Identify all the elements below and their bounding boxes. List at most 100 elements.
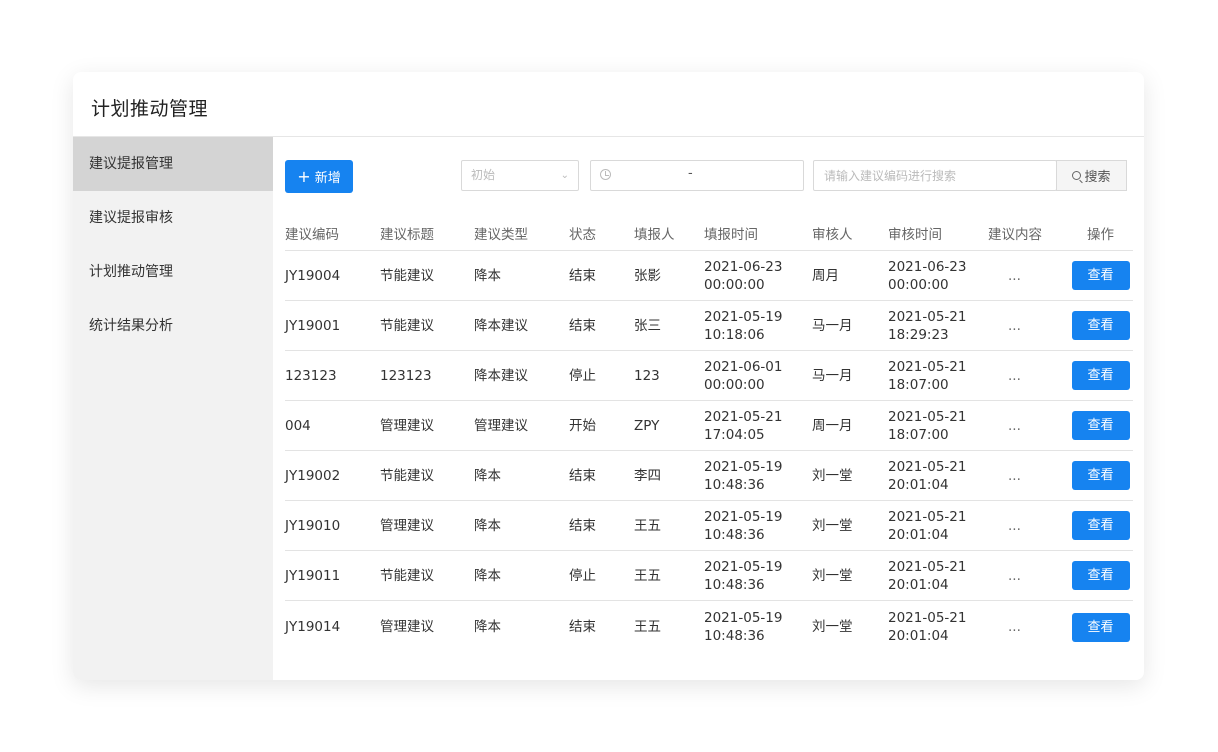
cell-reviewer: 周月 [812, 250, 888, 301]
cell-reporter: 王五 [634, 619, 661, 635]
sidebar-item-suggestion-submit[interactable]: 建议提报管理 [73, 137, 273, 191]
cell-review-time: 2021-06-23 00:00:00 [888, 250, 988, 301]
add-button-label: 新增 [314, 171, 341, 186]
cell-code: JY19002 [285, 450, 380, 501]
report-date: 2021-05-19 [704, 458, 783, 475]
cell-content: ... [988, 500, 1068, 551]
cell-code: JY19014 [285, 619, 341, 635]
cell-action: 查看 [1068, 300, 1133, 351]
cell-status: 结束 [569, 250, 634, 301]
review-date: 2021-05-21 [888, 458, 967, 475]
cell-status: 停止 [569, 350, 634, 401]
plus-icon: + [297, 166, 311, 186]
report-time: 10:48:36 [704, 628, 765, 644]
cell-type: 管理建议 [474, 400, 569, 451]
cell-type: 降本 [474, 250, 569, 301]
main-card: 计划推动管理 建议提报管理 建议提报审核 计划推动管理 统计结果分析 + 新增 … [73, 72, 1144, 680]
view-button[interactable]: 查看 [1071, 511, 1130, 540]
sidebar-item-plan-promotion[interactable]: 计划推动管理 [73, 245, 273, 299]
view-button[interactable]: 查看 [1071, 411, 1130, 440]
sidebar-item-statistics[interactable]: 统计结果分析 [73, 299, 273, 353]
cell-title: 管理建议 [380, 400, 474, 451]
cell-title: 节能建议 [380, 300, 474, 351]
cell-reporter: 王五 [634, 500, 704, 551]
cell-content: ... [988, 350, 1068, 401]
report-date: 2021-05-19 [704, 308, 783, 325]
view-button[interactable]: 查看 [1071, 561, 1130, 590]
report-time: 00:00:00 [704, 276, 765, 293]
view-button[interactable]: 查看 [1071, 361, 1130, 390]
suggestion-table: 建议编码 建议标题 建议类型 状态 填报人 填报时间 审核人 审核时间 建议内容… [285, 215, 1133, 653]
sidebar-item-suggestion-review[interactable]: 建议提报审核 [73, 191, 273, 245]
cell-content: ... [988, 550, 1068, 601]
review-time: 20:01:04 [888, 526, 949, 543]
table-row: JY19002 节能建议 降本 结束 李四 2021-05-19 10:48:36… [285, 450, 1133, 501]
search-input[interactable] [813, 160, 1057, 191]
cell-action: 查看 [1068, 400, 1133, 451]
cell-status: 结束 [569, 450, 634, 501]
table-row: JY19010 管理建议 降本 结束 王五 2021-05-19 10:48:36… [285, 500, 1133, 551]
report-date: 2021-05-19 [704, 558, 783, 575]
clock-icon [600, 169, 611, 180]
cell-report-time: 2021-05-19 10:48:36 [704, 500, 812, 551]
cell-report-time: 2021-05-19 10:48:36 [704, 601, 812, 654]
review-date: 2021-05-21 [888, 308, 967, 325]
view-button[interactable]: 查看 [1071, 612, 1130, 642]
report-date: 2021-06-01 [704, 358, 783, 375]
view-button[interactable]: 查看 [1071, 311, 1130, 340]
cell-reviewer: 刘一堂 [812, 450, 888, 501]
column-header: 建议标题 [380, 215, 474, 251]
column-header: 状态 [569, 215, 634, 251]
search-button[interactable]: 搜索 [1056, 160, 1127, 191]
cell-action: 查看 [1068, 500, 1133, 551]
cell-reviewer: 马一月 [812, 350, 888, 401]
review-date: 2021-05-21 [888, 558, 967, 575]
report-time: 17:04:05 [704, 426, 765, 443]
cell-review-time: 2021-05-21 18:07:00 [888, 400, 988, 451]
cell-report-time: 2021-05-19 10:48:36 [704, 550, 812, 601]
report-date: 2021-05-19 [704, 610, 783, 626]
cell-reporter: 王五 [634, 550, 704, 601]
report-date: 2021-05-21 [704, 408, 783, 425]
cell-type: 降本 [474, 619, 501, 635]
review-time: 18:29:23 [888, 326, 949, 343]
cell-status: 开始 [569, 400, 634, 451]
cell-review-time: 2021-05-21 20:01:04 [888, 601, 988, 654]
add-button[interactable]: + 新增 [285, 160, 353, 193]
table-row: JY19001 节能建议 降本建议 结束 张三 2021-05-19 10:18:… [285, 300, 1133, 351]
page-title: 计划推动管理 [91, 98, 209, 120]
report-date: 2021-05-19 [704, 508, 783, 525]
column-header: 操作 [1068, 215, 1133, 251]
cell-type: 降本建议 [474, 300, 569, 351]
search-button-label: 搜索 [1084, 170, 1111, 185]
review-time: 00:00:00 [888, 276, 949, 293]
table-row: JY19004 节能建议 降本 结束 张影 2021-06-23 00:00:00… [285, 250, 1133, 301]
cell-content: ... [988, 250, 1068, 301]
report-time: 10:18:06 [704, 326, 765, 343]
column-header: 建议编码 [285, 215, 380, 251]
cell-reporter: 李四 [634, 450, 704, 501]
view-button[interactable]: 查看 [1071, 261, 1130, 290]
cell-title: 管理建议 [380, 500, 474, 551]
cell-report-time: 2021-05-19 10:18:06 [704, 300, 812, 351]
cell-reporter: 123 [634, 350, 704, 401]
review-time: 20:01:04 [888, 476, 949, 493]
cell-report-time: 2021-05-21 17:04:05 [704, 400, 812, 451]
column-header: 建议类型 [474, 215, 569, 251]
cell-reviewer: 刘一堂 [812, 500, 888, 551]
report-date: 2021-06-23 [704, 258, 783, 275]
cell-report-time: 2021-06-01 00:00:00 [704, 350, 812, 401]
review-date: 2021-05-21 [888, 610, 967, 626]
table-row: 123123 123123 降本建议 停止 123 2021-06-01 00:0… [285, 350, 1133, 401]
status-select[interactable]: 初始 ⌄ [461, 160, 579, 191]
cell-status: 结束 [569, 300, 634, 351]
chevron-down-icon: ⌄ [560, 170, 569, 181]
date-range-picker[interactable]: - [590, 160, 804, 191]
cell-reviewer: 刘一堂 [812, 619, 853, 635]
cell-report-time: 2021-06-23 00:00:00 [704, 250, 812, 301]
cell-reporter: 张三 [634, 300, 704, 351]
cell-report-time: 2021-05-19 10:48:36 [704, 450, 812, 501]
column-header: 审核时间 [888, 215, 988, 251]
date-range-separator: - [688, 166, 693, 181]
view-button[interactable]: 查看 [1071, 461, 1130, 490]
